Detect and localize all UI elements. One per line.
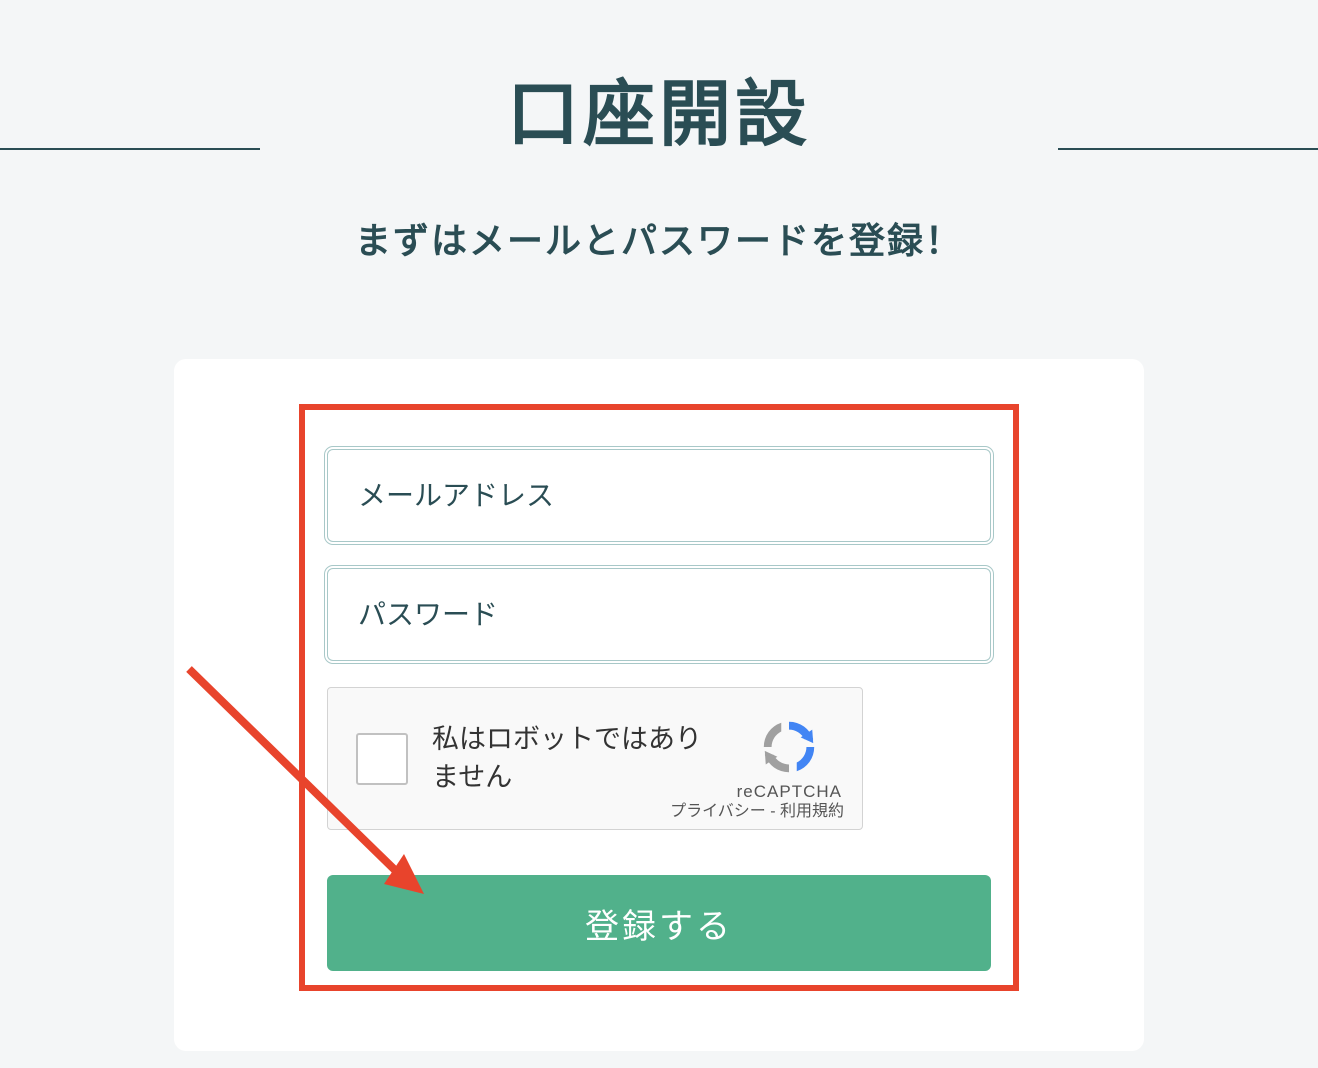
page-subtitle: まずはメールとパスワードを登録！ (0, 212, 1318, 264)
signup-form-inner: 私はロボットではありません reCAPTCHA プライバシー - 利用規約 登録… (299, 404, 1019, 991)
recaptcha-privacy-link[interactable]: プライバシー (670, 803, 766, 820)
recaptcha-terms-link[interactable]: 利用規約 (780, 803, 844, 820)
header-divider-left (0, 148, 260, 150)
recaptcha-widget: 私はロボットではありません reCAPTCHA プライバシー - 利用規約 (327, 687, 863, 830)
submit-button[interactable]: 登録する (327, 875, 991, 971)
signup-form-card: 私はロボットではありません reCAPTCHA プライバシー - 利用規約 登録… (174, 359, 1144, 1051)
recaptcha-checkbox[interactable] (356, 733, 408, 785)
recaptcha-branding: reCAPTCHA (737, 716, 842, 802)
recaptcha-label: 私はロボットではありません (432, 721, 737, 797)
recaptcha-logo-icon (758, 716, 820, 778)
header-divider-right (1058, 148, 1318, 150)
page-header: 口座開設 まずはメールとパスワードを登録！ (0, 0, 1318, 264)
page-title: 口座開設 (0, 55, 1318, 160)
recaptcha-links: プライバシー - 利用規約 (670, 797, 844, 821)
password-field[interactable] (327, 568, 991, 661)
email-field[interactable] (327, 449, 991, 542)
recaptcha-separator: - (766, 803, 780, 820)
